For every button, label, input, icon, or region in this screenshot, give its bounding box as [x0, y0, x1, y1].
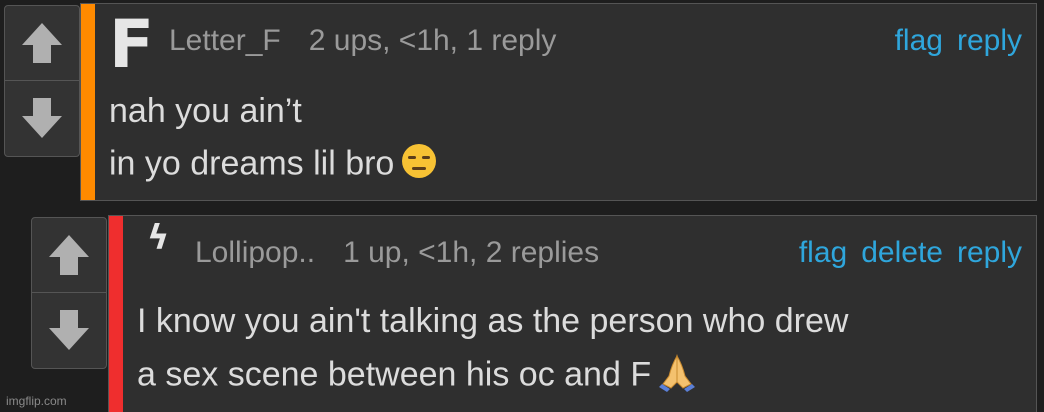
expressionless-face-icon	[400, 142, 438, 189]
comment-text: a sex scene between his oc and F	[137, 355, 652, 394]
username-link[interactable]: Lollipop..	[195, 236, 315, 270]
comment-stats: 2 ups, <1h, 1 reply	[308, 24, 557, 57]
comment-stats: 1 up, <1h, 2 replies	[343, 236, 600, 269]
reply-link[interactable]: reply	[957, 24, 1022, 58]
reply-link[interactable]: reply	[957, 236, 1022, 270]
comment-actions: flag reply	[895, 24, 1022, 58]
comment-thread: F Letter_F 2 ups, <1h, 1 reply flag repl…	[0, 0, 1044, 412]
upvote-button-2[interactable]	[32, 218, 106, 292]
flag-link[interactable]: flag	[799, 236, 847, 270]
down-arrow-icon	[49, 310, 89, 350]
comment-text-line-1: nah you ain’t	[109, 92, 302, 130]
vote-box-2	[31, 217, 107, 369]
delete-link[interactable]: delete	[861, 236, 943, 270]
comment-accent-bar	[109, 216, 123, 412]
username-link[interactable]: Letter_F	[169, 24, 281, 58]
comment-text-line-2: in yo dreams lil bro	[109, 142, 438, 189]
downvote-button-1[interactable]	[5, 81, 79, 155]
vote-box-1	[4, 5, 80, 157]
comment-actions: flag delete reply	[799, 236, 1022, 270]
comment-accent-bar	[81, 4, 95, 200]
avatar[interactable]: ϟ	[147, 218, 169, 258]
up-arrow-icon	[22, 23, 62, 63]
flag-link[interactable]: flag	[895, 24, 943, 58]
comment-meta: Letter_F 2 ups, <1h, 1 reply	[169, 24, 556, 58]
folded-hands-icon	[657, 352, 697, 401]
downvote-button-2[interactable]	[32, 293, 106, 367]
avatar[interactable]: F	[109, 6, 154, 83]
up-arrow-icon	[49, 235, 89, 275]
comment-text: in yo dreams lil bro	[109, 144, 395, 183]
comment-text-line-2: a sex scene between his oc and F	[137, 352, 697, 401]
down-arrow-icon	[22, 98, 62, 138]
upvote-button-1[interactable]	[5, 6, 79, 80]
watermark: imgflip.com	[6, 394, 67, 408]
comment-2: ϟ Lollipop.. 1 up, <1h, 2 replies flag d…	[108, 215, 1037, 412]
comment-1: F Letter_F 2 ups, <1h, 1 reply flag repl…	[80, 3, 1037, 201]
comment-meta: Lollipop.. 1 up, <1h, 2 replies	[195, 236, 599, 270]
comment-text-line-1: I know you ain't talking as the person w…	[137, 302, 849, 340]
